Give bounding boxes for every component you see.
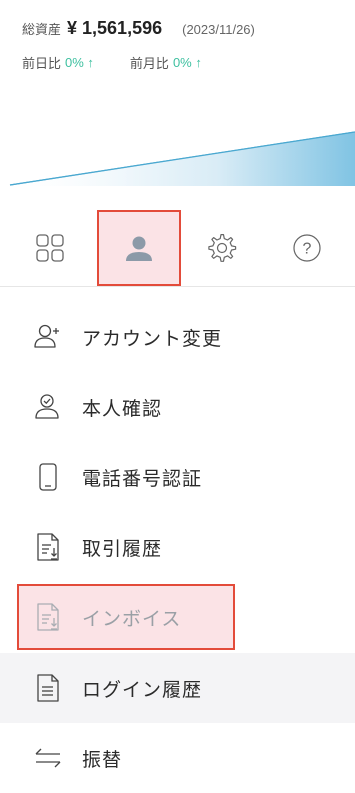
- change-row: 前日比 0% ↑ 前月比 0% ↑: [22, 53, 202, 72]
- transfer-icon: [33, 743, 63, 773]
- menu-item-label: インボイス: [82, 607, 182, 630]
- menu-item-transaction-history[interactable]: 取引履歴: [0, 512, 355, 582]
- menu-item-login-history[interactable]: ログイン履歴: [0, 653, 355, 723]
- menu-item-identity-verification[interactable]: 本人確認: [0, 372, 355, 442]
- tab-account[interactable]: [97, 210, 181, 286]
- menu-item-phone-verification[interactable]: 電話番号認証: [0, 442, 355, 512]
- month-change-value: 0% ↑: [172, 55, 202, 70]
- menu-item-label: 取引履歴: [82, 537, 163, 560]
- menu-item-label: 振替: [82, 748, 123, 771]
- menu-item-label: 本人確認: [82, 397, 163, 420]
- menu-item-transfer[interactable]: 振替: [0, 723, 355, 793]
- gear-icon: [208, 233, 237, 262]
- day-change-label: 前日比: [22, 57, 62, 72]
- month-change: 前月比 0% ↑: [130, 53, 202, 72]
- tab-help[interactable]: ?: [267, 210, 347, 286]
- menu-item-label: ログイン履歴: [82, 678, 203, 701]
- asset-chart: [0, 131, 355, 205]
- month-change-label: 前月比: [129, 57, 169, 72]
- user-icon: [126, 236, 152, 261]
- phone-icon: [33, 462, 63, 492]
- asset-row: 総資産 ¥ 1,561,596 (2023/11/26): [22, 18, 255, 39]
- day-change-value: 0% ↑: [65, 55, 94, 70]
- tab-bar: ?: [0, 210, 355, 286]
- total-assets-label: 総資産: [22, 23, 62, 38]
- document-download-icon: [33, 602, 63, 632]
- menu-item-account-change[interactable]: アカウント変更: [0, 302, 355, 372]
- grid-icon: [36, 234, 64, 262]
- help-icon: ?: [293, 234, 321, 262]
- asset-date: (2023/11/26): [182, 22, 255, 37]
- total-assets-value: ¥ 1,561,596: [67, 18, 163, 38]
- document-download-icon: [33, 532, 63, 562]
- menu-item-label: 電話番号認証: [82, 467, 203, 490]
- tab-dashboard[interactable]: [10, 210, 90, 286]
- tab-settings[interactable]: [182, 210, 262, 286]
- add-user-icon: [33, 322, 63, 352]
- document-icon: [33, 673, 63, 703]
- menu-item-invoice[interactable]: インボイス: [0, 582, 355, 652]
- verify-user-icon: [33, 392, 63, 422]
- day-change: 前日比 0% ↑: [22, 53, 94, 72]
- divider: [0, 286, 355, 287]
- menu-item-label: アカウント変更: [82, 327, 223, 350]
- svg-text:?: ?: [303, 241, 312, 258]
